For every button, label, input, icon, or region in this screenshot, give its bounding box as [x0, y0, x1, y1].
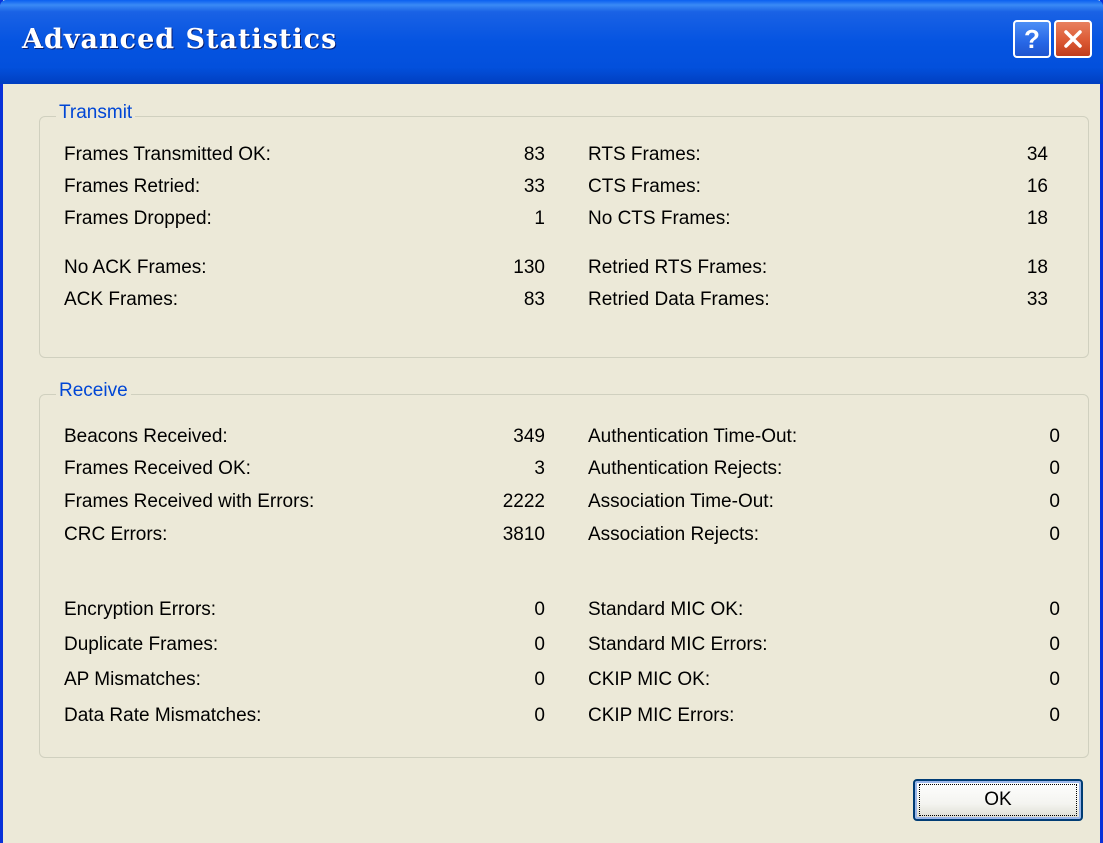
stat-value: 349 [513, 426, 545, 447]
stat-label: Duplicate Frames: [64, 634, 219, 655]
ok-button[interactable]: OK [913, 779, 1083, 821]
stat-value: 0 [534, 634, 545, 655]
help-icon: ? [1024, 25, 1040, 53]
stat-label: Authentication Rejects: [588, 458, 783, 479]
stat-label: No ACK Frames: [64, 257, 207, 278]
stat-value: 0 [1049, 669, 1060, 690]
title-bar[interactable]: Advanced Statistics ? [0, 0, 1103, 84]
stat-label: Standard MIC OK: [588, 599, 744, 620]
stat-value: 0 [534, 669, 545, 690]
window-title: Advanced Statistics [22, 24, 338, 55]
stat-label: RTS Frames: [588, 144, 701, 165]
ok-button-label: OK [919, 784, 1077, 816]
stat-label: Data Rate Mismatches: [64, 705, 262, 726]
stat-label: Authentication Time-Out: [588, 426, 798, 447]
stat-value: 0 [1049, 524, 1060, 545]
stat-value: 0 [1049, 599, 1060, 620]
transmit-group: Transmit Frames Transmitted OK: 83 Frame… [39, 102, 1089, 358]
svg-text:?: ? [1024, 25, 1040, 53]
stat-value: 3810 [502, 524, 545, 545]
stat-label: AP Mismatches: [64, 669, 201, 690]
stat-label: Encryption Errors: [64, 599, 217, 620]
stat-value: 83 [523, 144, 545, 165]
stat-label: Retried RTS Frames: [588, 257, 768, 278]
stat-label: No CTS Frames: [588, 208, 731, 229]
stat-value: 16 [1026, 176, 1048, 197]
stat-label: CRC Errors: [64, 524, 168, 545]
stat-value: 33 [523, 176, 545, 197]
stat-label: Association Rejects: [588, 524, 760, 545]
stat-value: 83 [523, 289, 545, 310]
stat-label: Frames Received OK: [64, 458, 251, 479]
stat-label: Frames Dropped: [64, 208, 212, 229]
stat-label: Frames Received with Errors: [64, 491, 315, 512]
stat-value: 1 [534, 208, 545, 229]
stat-value: 2222 [502, 491, 545, 512]
stat-label: Frames Retried: [64, 176, 201, 197]
receive-group-title: Receive [56, 380, 131, 402]
transmit-group-title: Transmit [56, 102, 136, 124]
stat-value: 0 [1049, 426, 1060, 447]
stat-label: Association Time-Out: [588, 491, 774, 512]
stat-label: Frames Transmitted OK: [64, 144, 271, 165]
stat-value: 0 [1049, 634, 1060, 655]
stat-value: 0 [1049, 458, 1060, 479]
stat-value: 18 [1026, 257, 1048, 278]
stat-label: CKIP MIC OK: [588, 669, 711, 690]
stat-label: Retried Data Frames: [588, 289, 770, 310]
stat-label: Beacons Received: [64, 426, 228, 447]
receive-group: Receive Beacons Received: 349 Frames Rec… [39, 380, 1089, 758]
stat-value: 0 [1049, 705, 1060, 726]
stat-label: ACK Frames: [64, 289, 179, 310]
stat-value: 3 [534, 458, 545, 479]
close-button[interactable] [1054, 20, 1092, 58]
stat-value: 0 [1049, 491, 1060, 512]
stat-label: CKIP MIC Errors: [588, 705, 735, 726]
stat-value: 0 [534, 705, 545, 726]
stat-value: 34 [1026, 144, 1048, 165]
stat-value: 33 [1026, 289, 1048, 310]
stat-value: 18 [1026, 208, 1048, 229]
stat-label: Standard MIC Errors: [588, 634, 768, 655]
help-button[interactable]: ? [1013, 20, 1051, 58]
stat-value: 0 [534, 599, 545, 620]
advanced-statistics-dialog: Advanced Statistics ? Transmit Frames Tr… [0, 0, 1103, 843]
stat-value: 130 [513, 257, 545, 278]
close-icon [1064, 30, 1082, 48]
stat-label: CTS Frames: [588, 176, 701, 197]
